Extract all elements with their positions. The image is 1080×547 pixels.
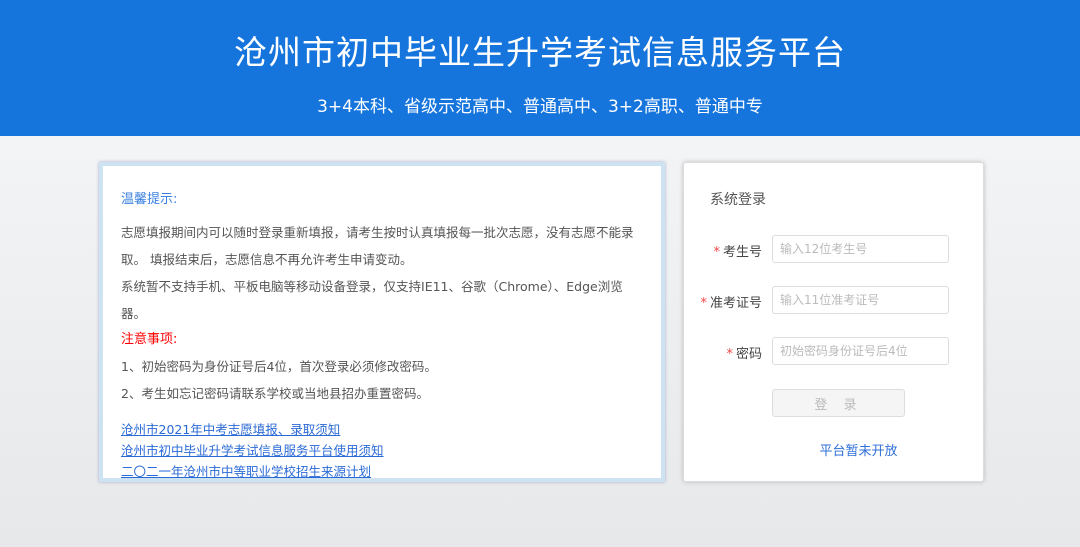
field-label: 密码 bbox=[735, 347, 762, 362]
tip-text: 志愿填报期间内可以随时登录重新填报，请考生按时认真填报每一批次志愿，没有志愿不能… bbox=[121, 225, 634, 267]
attention-item: 1、初始密码为身份证号后4位，首次登录必须修改密码。 bbox=[121, 359, 437, 374]
field-row-password: * 密码 bbox=[684, 337, 984, 365]
login-panel: 系统登录 *考生号 *准考证号 *密码 登 录 平台暂未开放 bbox=[683, 162, 984, 482]
page-subtitle: 3+4本科、省级示范高中、普通高中、3+2高职、普通中专 bbox=[317, 97, 763, 117]
field-row-exam-id: * 考生号 bbox=[684, 235, 984, 263]
login-title: 系统登录 bbox=[710, 192, 766, 208]
link-admission-notice[interactable]: 沧州市2021年中考志愿填报、录取须知 bbox=[121, 419, 643, 440]
field-label: 准考证号 bbox=[709, 296, 762, 311]
password-input[interactable] bbox=[772, 337, 949, 365]
required-mark: * bbox=[726, 347, 733, 362]
link-enrollment-plan[interactable]: 二〇二一年沧州市中等职业学校招生来源计划 bbox=[121, 461, 643, 482]
header: 沧州市初中毕业生升学考试信息服务平台 3+4本科、省级示范高中、普通高中、3+2… bbox=[0, 0, 1080, 136]
admission-ticket-input[interactable] bbox=[772, 286, 949, 314]
field-row-ticket: * 准考证号 bbox=[684, 286, 984, 314]
tip-heading: 温馨提示: bbox=[121, 192, 178, 207]
exam-number-input[interactable] bbox=[772, 235, 949, 263]
page-title: 沧州市初中毕业生升学考试信息服务平台 bbox=[234, 33, 846, 72]
attention-item: 2、考生如忘记密码请联系学校或当地县招办重置密码。 bbox=[121, 386, 429, 401]
notice-panel: 温馨提示: 志愿填报期间内可以随时登录重新填报，请考生按时认真填报每一批次志愿，… bbox=[99, 162, 665, 482]
required-mark: * bbox=[700, 296, 707, 311]
link-platform-guide[interactable]: 沧州市初中毕业升学考试信息服务平台使用须知 bbox=[121, 440, 643, 461]
field-label: 考生号 bbox=[722, 245, 762, 260]
required-mark: * bbox=[713, 245, 720, 260]
login-button[interactable]: 登 录 bbox=[772, 389, 905, 417]
tip-text: 系统暂不支持手机、平板电脑等移动设备登录，仅支持IE11、谷歌（Chrome）、… bbox=[121, 279, 623, 321]
attention-heading: 注意事项: bbox=[121, 332, 178, 347]
platform-status: 平台暂未开放 bbox=[819, 444, 898, 459]
